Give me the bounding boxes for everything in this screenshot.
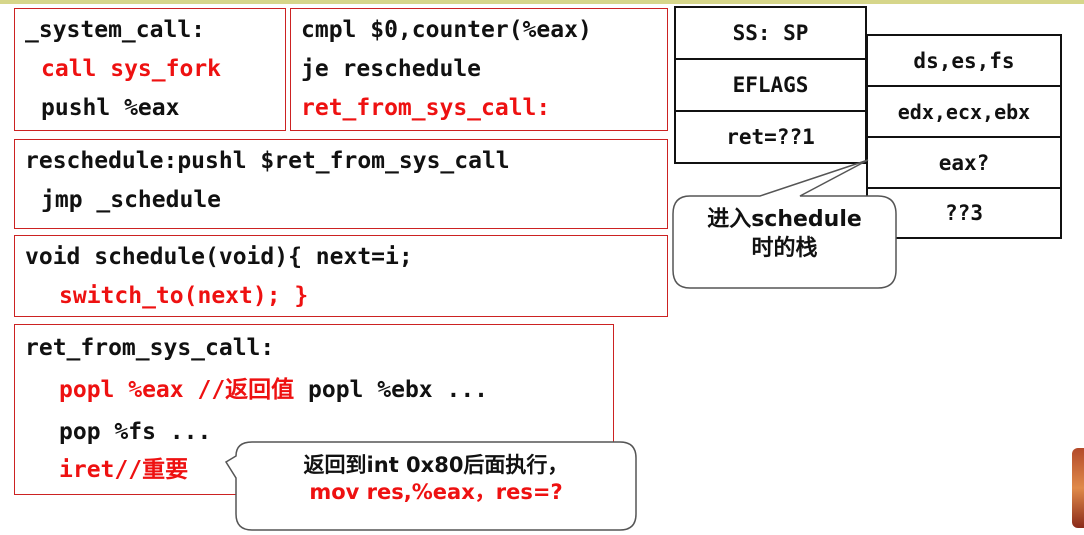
- callout-return-line2: mov res,%eax，res=?: [309, 480, 563, 505]
- callout-schedule-line1: 进入schedule: [707, 207, 862, 232]
- callout-return-text: 返回到int 0x80后面执行， mov res,%eax，res=?: [236, 452, 636, 507]
- corner-image-edge: [1072, 448, 1084, 528]
- callout-schedule-text: 进入schedule 时的栈: [673, 206, 896, 263]
- callout-return-line1: 返回到int 0x80后面执行，: [303, 453, 569, 477]
- callout-schedule-line2: 时的栈: [751, 235, 818, 261]
